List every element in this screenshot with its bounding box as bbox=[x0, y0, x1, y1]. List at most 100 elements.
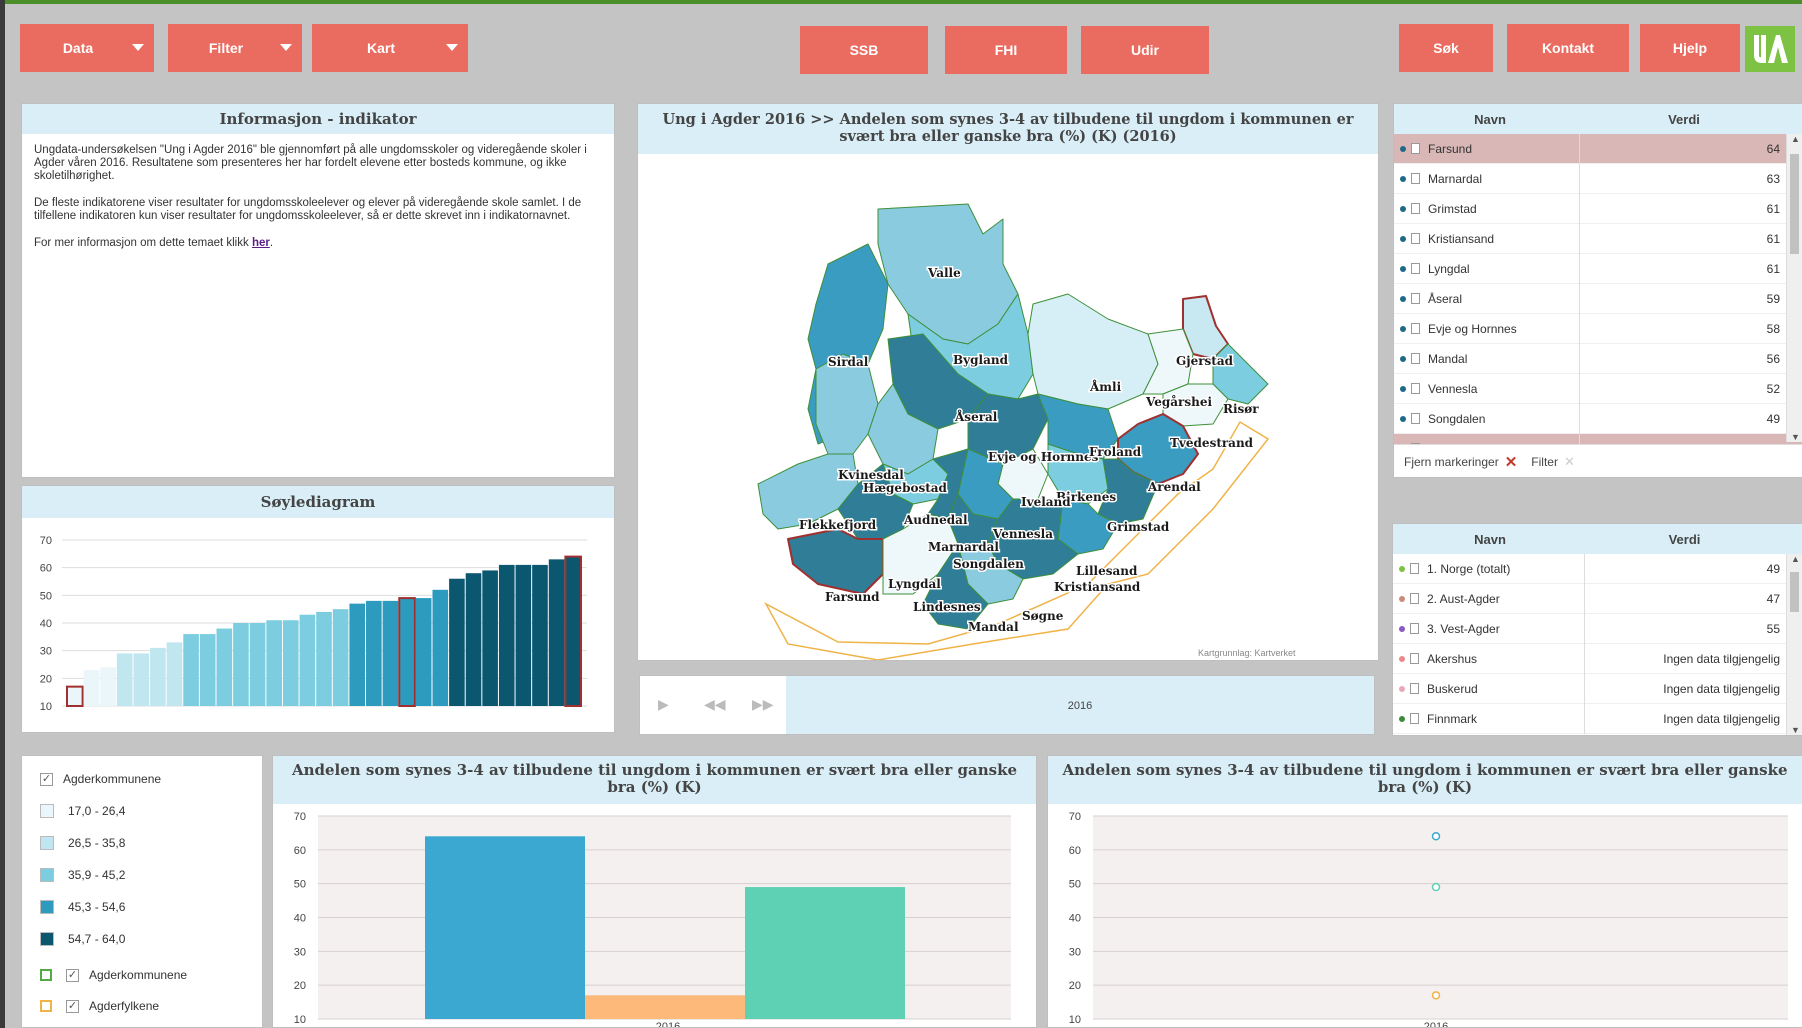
bar[interactable] bbox=[398, 597, 416, 707]
scroll-down-icon[interactable]: ▼ bbox=[1791, 432, 1800, 442]
agder-map[interactable]: Valle Sirdal Bygland Gjerstad Åmli Vegår… bbox=[638, 154, 1378, 660]
table-row[interactable]: Buskerud Ingen data tilgjengelig bbox=[1393, 673, 1802, 704]
col-name-header[interactable]: Navn bbox=[1394, 112, 1586, 127]
timeline-year[interactable]: 2016 bbox=[786, 676, 1374, 734]
fhi-button[interactable]: FHI bbox=[945, 26, 1067, 74]
fast-forward-icon[interactable]: ▶▶ bbox=[752, 696, 774, 713]
table-row[interactable]: Evje og Hornnes 58 bbox=[1394, 313, 1802, 344]
table-row[interactable]: 2. Aust-Agder 47 bbox=[1393, 583, 1802, 614]
close-icon[interactable]: ✕ bbox=[1505, 453, 1518, 471]
legend-class-item[interactable]: 45,3 - 54,6 bbox=[40, 900, 125, 914]
map-label-lindesnes: Lindesnes bbox=[913, 600, 981, 614]
table-row[interactable]: Marnardal 63 bbox=[1394, 163, 1802, 194]
bar[interactable] bbox=[482, 570, 498, 706]
bar[interactable] bbox=[382, 600, 399, 706]
bar[interactable] bbox=[564, 555, 582, 707]
data-point[interactable] bbox=[1431, 832, 1441, 841]
table-row[interactable]: Finnmark Ingen data tilgjengelig bbox=[1393, 703, 1802, 734]
col-value-header[interactable]: Verdi bbox=[1587, 532, 1802, 547]
legend-class-item[interactable]: 54,7 - 64,0 bbox=[40, 932, 125, 946]
play-icon[interactable]: ▶ bbox=[658, 696, 669, 713]
data-point[interactable] bbox=[1431, 991, 1441, 1000]
rewind-icon[interactable]: ◀◀ bbox=[704, 696, 726, 713]
legend-class-item[interactable]: 35,9 - 45,2 bbox=[40, 868, 125, 882]
bar[interactable] bbox=[349, 603, 366, 706]
comparison-bar-chart: 10 20 30 40 50 60 70 2016 bbox=[294, 811, 1011, 1027]
bar[interactable] bbox=[425, 836, 585, 1019]
bar[interactable] bbox=[515, 564, 532, 706]
bar[interactable] bbox=[266, 620, 282, 706]
table-row[interactable]: 3. Vest-Agder 55 bbox=[1393, 613, 1802, 644]
help-button[interactable]: Hjelp bbox=[1640, 24, 1740, 72]
bar[interactable] bbox=[249, 623, 266, 706]
data-point[interactable] bbox=[1431, 882, 1441, 892]
bar[interactable] bbox=[415, 598, 432, 706]
bar[interactable] bbox=[316, 611, 332, 706]
table-row[interactable]: Grimstad 61 bbox=[1394, 193, 1802, 224]
bar[interactable] bbox=[332, 609, 349, 706]
legend-class-item[interactable]: 26,5 - 35,8 bbox=[40, 836, 125, 850]
ssb-label: SSB bbox=[849, 42, 879, 58]
table1-scrollbar[interactable]: ▲ ▼ bbox=[1786, 134, 1802, 442]
bar[interactable] bbox=[150, 647, 166, 706]
bar[interactable] bbox=[216, 628, 233, 706]
bar[interactable] bbox=[183, 634, 199, 706]
bar[interactable] bbox=[282, 620, 299, 706]
table-row[interactable]: Akershus Ingen data tilgjengelig bbox=[1393, 643, 1802, 674]
table-row[interactable]: Songdalen 49 bbox=[1394, 403, 1802, 434]
table-row[interactable]: Farsund 64 bbox=[1394, 133, 1802, 164]
status-dot-icon bbox=[1400, 415, 1406, 422]
legend-class-item[interactable]: 17,0 - 26,4 bbox=[40, 804, 125, 818]
ua-logo-icon[interactable] bbox=[1745, 26, 1795, 72]
checkbox-icon[interactable]: ✓ bbox=[40, 772, 53, 786]
table2-scrollbar[interactable]: ▲ ▼ bbox=[1786, 554, 1802, 735]
legend-layer-municipalities[interactable]: ✓ Agderkommunene bbox=[40, 968, 187, 982]
bar[interactable] bbox=[745, 887, 905, 1019]
bar[interactable] bbox=[585, 995, 745, 1019]
scroll-up-icon[interactable]: ▲ bbox=[1791, 134, 1800, 144]
ssb-button[interactable]: SSB bbox=[800, 26, 928, 74]
bar[interactable] bbox=[100, 667, 116, 706]
scroll-down-icon[interactable]: ▼ bbox=[1791, 725, 1800, 735]
bar[interactable] bbox=[498, 564, 515, 706]
scroll-thumb[interactable] bbox=[1790, 154, 1799, 254]
contact-button[interactable]: Kontakt bbox=[1507, 24, 1629, 72]
search-button[interactable]: Søk bbox=[1399, 24, 1493, 72]
table-row[interactable]: Åseral 59 bbox=[1394, 283, 1802, 314]
table-row[interactable]: Mandal 56 bbox=[1394, 343, 1802, 374]
scroll-up-icon[interactable]: ▲ bbox=[1791, 554, 1800, 564]
bar[interactable] bbox=[116, 653, 133, 706]
table-row[interactable]: Lyngdal 61 bbox=[1394, 253, 1802, 284]
bar[interactable] bbox=[199, 634, 216, 706]
checkbox-icon[interactable]: ✓ bbox=[66, 968, 79, 982]
legend-header[interactable]: ✓ Agderkommunene bbox=[40, 772, 161, 786]
bar[interactable] bbox=[133, 653, 150, 706]
col-value-header[interactable]: Verdi bbox=[1586, 112, 1802, 127]
bar[interactable] bbox=[166, 642, 183, 706]
kart-menu-button[interactable]: Kart bbox=[312, 24, 468, 72]
table-row[interactable]: 1. Norge (totalt) 49 bbox=[1393, 553, 1802, 584]
checkbox-icon[interactable]: ✓ bbox=[66, 999, 79, 1013]
info-more-link[interactable]: her bbox=[252, 237, 270, 249]
bar[interactable] bbox=[465, 573, 482, 706]
data-menu-button[interactable]: Data bbox=[20, 24, 154, 72]
bar[interactable] bbox=[449, 578, 465, 706]
legend-layer-counties[interactable]: ✓ Agderfylkene bbox=[40, 999, 159, 1013]
bar[interactable] bbox=[548, 559, 565, 706]
close-icon[interactable]: ✕ bbox=[1564, 454, 1575, 470]
scroll-thumb[interactable] bbox=[1790, 572, 1799, 612]
bar[interactable] bbox=[366, 600, 382, 706]
bar[interactable] bbox=[432, 589, 449, 706]
bar[interactable] bbox=[532, 564, 548, 706]
col-name-header[interactable]: Navn bbox=[1393, 532, 1587, 547]
filter-menu-button[interactable]: Filter bbox=[168, 24, 302, 72]
bar[interactable] bbox=[83, 670, 100, 706]
clear-marks-label[interactable]: Fjern markeringer bbox=[1404, 455, 1499, 469]
table-row[interactable]: Kristiansand 61 bbox=[1394, 223, 1802, 254]
bar[interactable] bbox=[66, 685, 84, 707]
table-row[interactable]: Vennesla 52 bbox=[1394, 373, 1802, 404]
udir-button[interactable]: Udir bbox=[1081, 26, 1209, 74]
filter-label[interactable]: Filter bbox=[1531, 455, 1558, 469]
bar[interactable] bbox=[299, 614, 316, 706]
bar[interactable] bbox=[233, 623, 249, 706]
